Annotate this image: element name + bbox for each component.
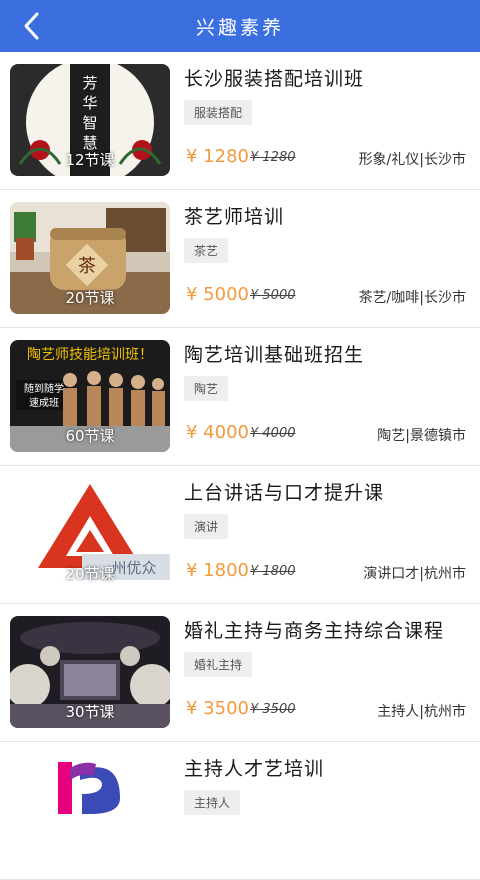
course-thumbnail	[10, 754, 170, 866]
course-category-city: 茶艺/咖啡|长沙市	[358, 290, 466, 306]
course-price: ¥ 5000	[186, 284, 249, 305]
course-category-city: 主持人|杭州市	[377, 704, 466, 720]
course-thumbnail: 芳 华 智 慧 12节课	[10, 64, 170, 176]
course-title: 主持人才艺培训	[184, 758, 325, 780]
course-title: 上台讲话与口才提升课	[184, 482, 385, 504]
course-title: 陶艺培训基础班招生	[184, 344, 365, 366]
course-title: 茶艺师培训	[184, 206, 285, 228]
course-tag: 婚礼主持	[184, 652, 253, 677]
course-old-price: ¥ 3500	[250, 702, 296, 717]
svg-text:芳: 芳	[82, 74, 97, 92]
course-tag: 茶艺	[184, 238, 229, 263]
lesson-count: 60节课	[65, 427, 115, 445]
course-category-city: 陶艺|景德镇市	[377, 428, 466, 444]
course-price: ¥ 4000	[186, 422, 249, 443]
lesson-count: 20节课	[65, 565, 115, 583]
course-item[interactable]: 芳 华 智 慧 12节课 长沙服装搭配培训班 服装搭配 ¥ 1280 ¥ 128…	[0, 52, 480, 190]
page-title: 兴趣素养	[195, 16, 284, 39]
course-tag: 陶艺	[184, 376, 229, 401]
course-price: ¥ 3500	[186, 698, 249, 719]
back-button[interactable]	[14, 8, 50, 44]
svg-text:陶艺师技能培训班！: 陶艺师技能培训班！	[27, 347, 153, 363]
course-thumbnail: 茶 20节课	[10, 202, 170, 314]
app-header: 兴趣素养	[0, 0, 480, 52]
course-thumbnail: 30节课	[10, 616, 170, 728]
course-item[interactable]: 30节课 婚礼主持与商务主持综合课程 婚礼主持 ¥ 3500 ¥ 3500 主持…	[0, 604, 480, 742]
chevron-left-icon	[24, 12, 39, 40]
course-thumbnail: 州优众 20节课	[10, 478, 170, 590]
course-title: 长沙服装搭配培训班	[184, 68, 365, 90]
lesson-count: 20节课	[65, 289, 115, 307]
svg-text:茶: 茶	[78, 256, 96, 277]
course-old-price: ¥ 1280	[250, 150, 296, 165]
svg-text:速成班: 速成班	[29, 397, 59, 409]
course-old-price: ¥ 5000	[250, 288, 296, 303]
course-item[interactable]: 州优众 20节课 上台讲话与口才提升课 演讲 ¥ 1800 ¥ 1800 演讲口…	[0, 466, 480, 604]
course-tag: 主持人	[184, 790, 241, 815]
course-category-city: 形象/礼仪|长沙市	[358, 152, 466, 168]
course-thumbnail: 陶艺师技能培训班！ 随到随学 速成班 60节课	[10, 340, 170, 452]
course-tag: 服装搭配	[184, 100, 253, 125]
course-item[interactable]: 茶 20节课 茶艺师培训 茶艺 ¥ 5000 ¥ 5000 茶艺/咖啡|长沙市	[0, 190, 480, 328]
course-category-city: 演讲口才|杭州市	[363, 566, 466, 582]
course-title: 婚礼主持与商务主持综合课程	[184, 620, 445, 642]
course-tag: 演讲	[184, 514, 229, 539]
course-item[interactable]: 主持人才艺培训 主持人	[0, 742, 480, 880]
course-list: 芳 华 智 慧 12节课 长沙服装搭配培训班 服装搭配 ¥ 1280 ¥ 128…	[0, 52, 480, 880]
svg-text:华: 华	[82, 94, 97, 112]
course-old-price: ¥ 1800	[250, 564, 296, 579]
svg-text:随到随学: 随到随学	[24, 382, 64, 395]
lesson-count: 12节课	[65, 151, 115, 169]
svg-text:智: 智	[82, 114, 97, 132]
course-item[interactable]: 陶艺师技能培训班！ 随到随学 速成班 60节课 陶艺培训基础班招生 陶艺 ¥ 4…	[0, 328, 480, 466]
course-price: ¥ 1280	[186, 146, 249, 167]
course-old-price: ¥ 4000	[250, 426, 296, 441]
course-price: ¥ 1800	[186, 560, 249, 581]
lesson-count: 30节课	[65, 703, 115, 721]
